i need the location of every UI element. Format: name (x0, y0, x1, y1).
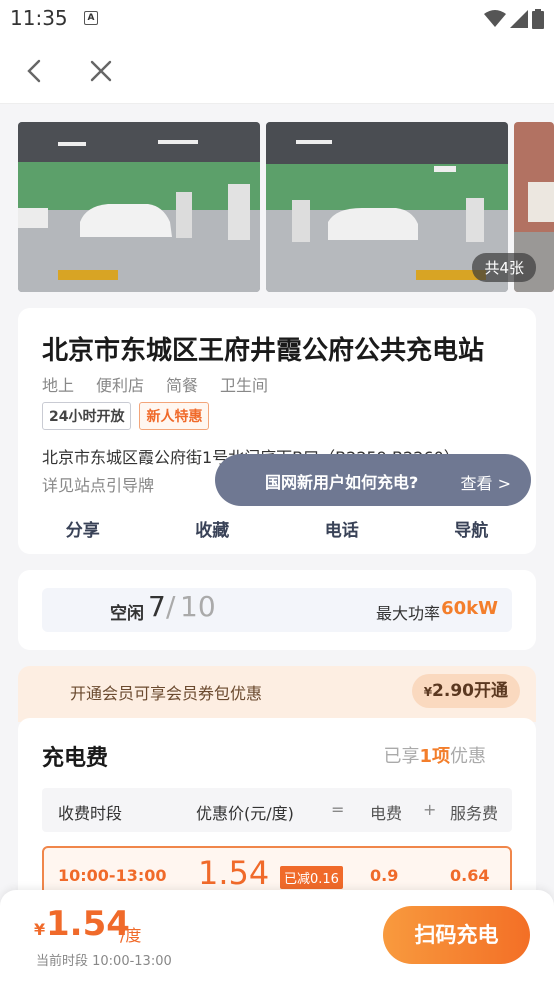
status-icons (484, 9, 544, 29)
discount-summary[interactable]: 已享1项优惠 (383, 742, 486, 768)
station-actions: 分享 收藏 电话 导航 (18, 516, 536, 541)
share-button[interactable]: 分享 (43, 516, 123, 541)
current-period: 当前时段 10:00-13:00 (36, 954, 172, 969)
photo-gallery[interactable]: 共4张 (18, 122, 554, 292)
discount-suffix: 优惠 (450, 746, 486, 767)
row-service: 0.64 (450, 866, 490, 885)
idle-label: 空闲 (110, 604, 144, 624)
station-info-card: 北京市东城区王府井霞公府公共充电站 地上 便利店 简餐 卫生间 24小时开放 新… (18, 308, 536, 554)
header-plus: + (423, 800, 437, 819)
wifi-icon (484, 10, 506, 27)
bottom-action-bar: ¥ 1.54 /度 当前时段 10:00-13:00 扫码充电 (0, 890, 554, 984)
tag: 简餐 (166, 376, 199, 395)
max-power-value: 60kW (441, 598, 498, 619)
row-period: 10:00-13:00 (58, 866, 167, 885)
tag: 便利店 (96, 376, 145, 395)
member-open-button[interactable]: ¥2.90开通 (411, 674, 520, 708)
max-power-label: 最大功率 (375, 604, 440, 623)
close-icon[interactable] (88, 58, 114, 84)
photo-count-badge: 共4张 (472, 253, 536, 282)
header-equals: = (331, 800, 345, 819)
station-tags: 地上 便利店 简餐 卫生间 (42, 372, 268, 396)
row-price: 1.54 (198, 854, 270, 892)
row-electricity: 0.9 (370, 866, 399, 885)
discount-count: 1项 (419, 746, 450, 767)
discount-prefix: 已享 (383, 746, 420, 767)
idle-count: 7 (148, 590, 166, 623)
header-service: 服务费 (450, 804, 499, 823)
scan-charge-button[interactable]: 扫码充电 (383, 906, 530, 964)
price-currency: ¥ (34, 920, 46, 939)
help-text: 国网新用户如何充电? (265, 473, 419, 492)
total-count: 10 (180, 590, 216, 623)
fee-title: 充电费 (42, 746, 109, 771)
battery-icon (532, 9, 544, 29)
navigate-button[interactable]: 导航 (431, 516, 511, 541)
open-hours-badge: 24小时开放 (42, 402, 132, 430)
fee-table-header: 收费时段 优惠价(元/度) = 电费 + 服务费 (42, 788, 512, 832)
status-time: 11:35 (10, 6, 68, 30)
station-name: 北京市东城区王府井霞公府公共充电站 (42, 336, 485, 366)
tag: 地上 (42, 376, 75, 395)
availability-card: 空闲 7 / 10 最大功率 60kW (18, 570, 536, 650)
header-period: 收费时段 (58, 804, 123, 823)
member-banner: 开通会员可享会员券包优惠 ¥2.90开通 (18, 666, 536, 722)
idle-separator: / (166, 590, 176, 623)
new-user-help-banner[interactable]: 国网新用户如何充电? 查看 > (215, 454, 531, 506)
signal-icon (510, 10, 528, 28)
charging-fee-card: 充电费 已享1项优惠 收费时段 优惠价(元/度) = 电费 + 服务费 10:0… (18, 718, 536, 918)
current-price: 1.54 (46, 904, 130, 944)
header-price: 优惠价(元/度) (196, 804, 294, 823)
reduced-badge: 已减0.16 (280, 866, 343, 889)
header-electricity: 电费 (370, 804, 403, 823)
station-badges: 24小时开放 新人特惠 (42, 402, 210, 430)
nav-bar (0, 40, 554, 104)
member-action: 开通 (474, 681, 508, 701)
member-promo-text: 开通会员可享会员券包优惠 (70, 684, 263, 703)
member-price: 2.90 (432, 681, 474, 701)
help-view-link[interactable]: 查看 > (461, 470, 512, 494)
address-note: 详见站点引导牌 (42, 476, 155, 495)
notification-icon: A (84, 11, 98, 25)
status-bar: 11:35 A (0, 0, 554, 40)
price-unit: /度 (120, 926, 142, 945)
new-user-badge: 新人特惠 (139, 402, 210, 430)
tag: 卫生间 (220, 376, 269, 395)
availability-panel: 空闲 7 / 10 最大功率 60kW (42, 588, 512, 632)
back-icon[interactable] (22, 58, 48, 84)
member-currency: ¥ (423, 685, 433, 699)
station-photo[interactable] (18, 122, 260, 292)
phone-button[interactable]: 电话 (302, 516, 382, 541)
favorite-button[interactable]: 收藏 (172, 516, 252, 541)
